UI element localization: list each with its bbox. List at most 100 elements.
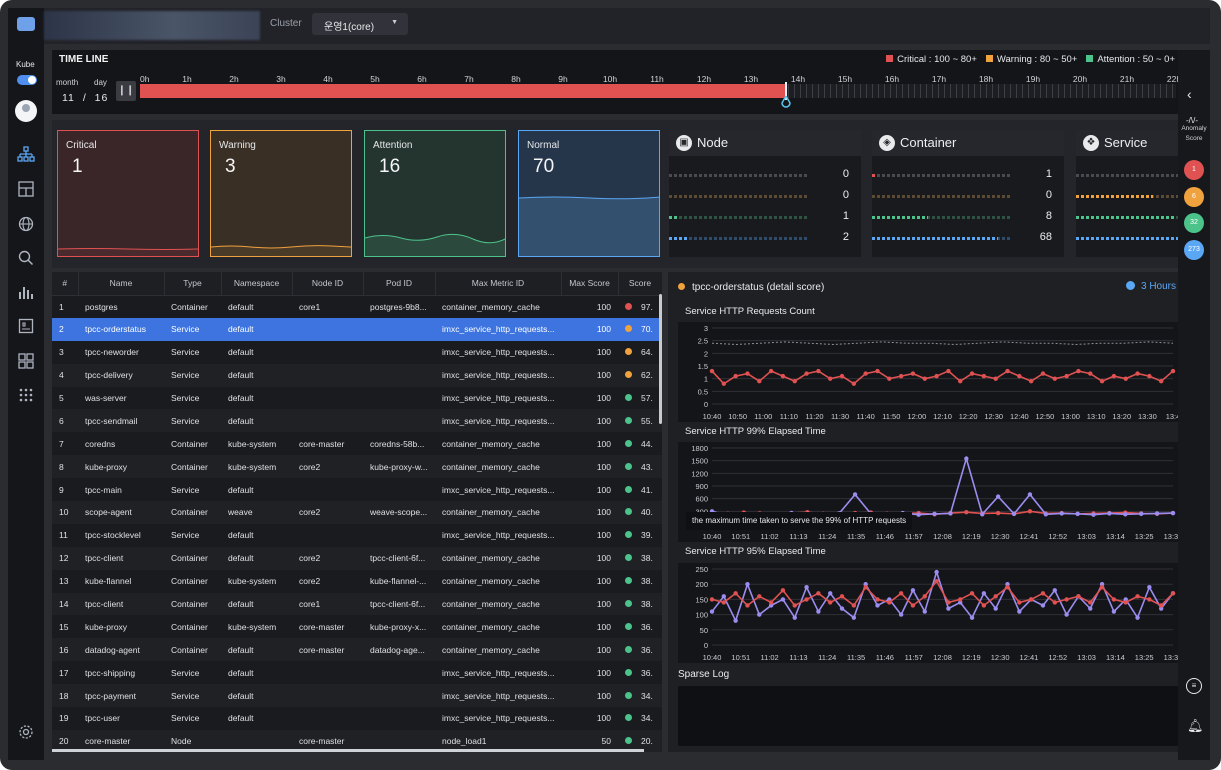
table-row[interactable]: 12 tpcc-client Container default core2 tpcc-c…: [52, 546, 662, 570]
pause-button[interactable]: ❙❙: [116, 81, 136, 101]
row-namespace: default: [221, 546, 292, 570]
brand-logo[interactable]: [17, 17, 35, 31]
timeline-handle-icon[interactable]: [781, 94, 791, 108]
table-row[interactable]: 9 tpcc-main Service default imxc_service_htt…: [52, 478, 662, 502]
table-row[interactable]: 10 scope-agent Container weave core2 weave-sc…: [52, 501, 662, 524]
x-tick-label: 13:36: [1164, 532, 1178, 541]
status-dot: [625, 668, 632, 676]
container-attention-value: 8: [1045, 210, 1052, 222]
row-pod-id: postgres-9b8...: [363, 295, 435, 318]
cluster-select[interactable]: 운영1(core) ▼: [312, 13, 408, 35]
col-namespace[interactable]: Namespace: [221, 272, 293, 296]
x-tick-label: 11:50: [882, 412, 900, 421]
row-index: 14: [52, 592, 78, 616]
cluster-label: Cluster: [270, 18, 302, 29]
warning-card[interactable]: Warning 3: [210, 130, 352, 257]
row-score: 38.: [618, 592, 662, 616]
layout-icon[interactable]: [17, 180, 35, 198]
anomaly-normal-badge[interactable]: 273: [1184, 240, 1204, 260]
node-summary[interactable]: ▣ Node 0 0 1 2: [669, 130, 861, 257]
col-max-metric[interactable]: Max Metric ID: [435, 272, 562, 296]
col-max-score[interactable]: Max Score: [561, 272, 619, 296]
time-range-selector[interactable]: 3 Hours: [1125, 281, 1176, 292]
anomaly-critical-badge[interactable]: 1: [1184, 160, 1204, 180]
col-node-id[interactable]: Node ID: [292, 272, 364, 296]
row-score: 44.: [618, 432, 662, 456]
table-row[interactable]: 16 datadog-agent Container default core-mast…: [52, 638, 662, 662]
row-pod-id: coredns-58b...: [363, 432, 435, 456]
col-name[interactable]: Name: [78, 272, 165, 296]
apps-grid-icon[interactable]: [17, 386, 35, 404]
row-score: 38.: [618, 546, 662, 570]
status-dot: [625, 645, 632, 653]
table-row[interactable]: 4 tpcc-delivery Service default imxc_service…: [52, 363, 662, 387]
x-tick-label: 11:13: [789, 653, 807, 662]
anomaly-score-label: Anomaly Score: [1181, 125, 1207, 142]
data-point: [792, 379, 797, 384]
list-icon[interactable]: ≡: [1186, 678, 1202, 694]
collapse-chevron-icon[interactable]: ‹: [1187, 86, 1192, 102]
row-score: 34.: [618, 684, 662, 708]
normal-card[interactable]: Normal 70: [518, 130, 660, 257]
row-pod-id: kube-proxy-w...: [363, 455, 435, 479]
table-row[interactable]: 3 tpcc-neworder Service default imxc_service…: [52, 340, 662, 364]
data-point: [780, 597, 786, 602]
avatar[interactable]: [15, 100, 37, 122]
attention-card[interactable]: Attention 16: [364, 130, 506, 257]
settings-gear-icon[interactable]: [17, 723, 35, 741]
search-icon[interactable]: [17, 249, 35, 267]
globe-icon[interactable]: [17, 215, 35, 233]
row-node-id: [292, 409, 363, 433]
timeline-bar[interactable]: [140, 84, 1176, 98]
row-max-metric: imxc_service_http_requests...: [435, 707, 561, 730]
elapsed-95-chart[interactable]: 250 200 150 100 50 0 10:40 10:51 11:02 11:13 11:24…: [678, 563, 1182, 663]
service-summary[interactable]: ❖ Service: [1076, 130, 1178, 257]
timeline-date[interactable]: 11 / 16: [62, 92, 108, 104]
table-row[interactable]: 8 kube-proxy Container kube-system core2 kube…: [52, 455, 662, 479]
kube-toggle[interactable]: [17, 75, 37, 85]
row-index: 10: [52, 501, 78, 524]
anomaly-warning-badge[interactable]: 6: [1184, 187, 1204, 207]
kube-label: Kube: [16, 60, 35, 69]
row-node-id: [292, 661, 363, 685]
row-score-value: 55.: [641, 415, 653, 426]
col-type[interactable]: Type: [164, 272, 222, 296]
table-row[interactable]: 2 tpcc-orderstatus Service default imxc_serv…: [52, 317, 662, 341]
bar-chart-icon[interactable]: [17, 283, 35, 301]
col-pod-id[interactable]: Pod ID: [363, 272, 436, 296]
critical-card[interactable]: Critical 1: [57, 130, 199, 257]
col-index[interactable]: #: [52, 272, 79, 296]
anomaly-attention-badge[interactable]: 32: [1184, 213, 1204, 233]
table-row[interactable]: 18 tpcc-payment Service default imxc_service…: [52, 684, 662, 708]
table-row[interactable]: 5 was-server Service default imxc_service_ht…: [52, 386, 662, 410]
report-icon[interactable]: [17, 317, 35, 335]
requests-count-chart[interactable]: 3 2.5 2 1.5 1 0.5 0 10:40 10:50 11:00 11:10 11:20 11…: [678, 322, 1181, 422]
table-row[interactable]: 11 tpcc-stocklevel Service default imxc_serv…: [52, 523, 662, 547]
topology-icon[interactable]: [17, 145, 35, 163]
row-score: 70.: [618, 317, 662, 341]
row-score-value: 70.: [641, 324, 653, 335]
table-row[interactable]: 6 tpcc-sendmail Service default imxc_service…: [52, 409, 662, 433]
table-vscrollbar[interactable]: [659, 294, 662, 424]
container-summary[interactable]: ◈ Container 1 0 8 68: [872, 130, 1064, 257]
row-max-metric: container_memory_cache: [435, 455, 561, 479]
status-dot: [678, 283, 685, 290]
dashboard-icon[interactable]: [17, 352, 35, 370]
table-row[interactable]: 19 tpcc-user Service default imxc_service_ht…: [52, 707, 662, 730]
table-row[interactable]: 15 kube-proxy Container kube-system core-mas…: [52, 615, 662, 639]
table-row[interactable]: 17 tpcc-shipping Service default imxc_servic…: [52, 661, 662, 685]
col-score[interactable]: Score: [618, 272, 662, 296]
table-row[interactable]: 1 postgres Container default core1 postgres-9…: [52, 295, 662, 318]
data-point: [1052, 588, 1057, 593]
table-row[interactable]: 13 kube-flannel Container kube-system core2 k…: [52, 569, 662, 593]
table-hscrollbar[interactable]: [52, 749, 644, 752]
table-row[interactable]: 14 tpcc-client Container default core1 tpcc-c…: [52, 592, 662, 616]
bell-icon[interactable]: 🔔︎: [1187, 718, 1204, 734]
data-point: [1088, 606, 1093, 611]
container-normal-bar: [872, 237, 998, 240]
top-bar: Cluster 운영1(core) ▼: [44, 8, 1210, 44]
x-tick-label: 12:41: [1020, 653, 1039, 662]
x-tick-label: 13:14: [1106, 653, 1125, 662]
data-point: [1027, 492, 1033, 497]
table-row[interactable]: 7 coredns Container kube-system core-master c…: [52, 432, 662, 456]
